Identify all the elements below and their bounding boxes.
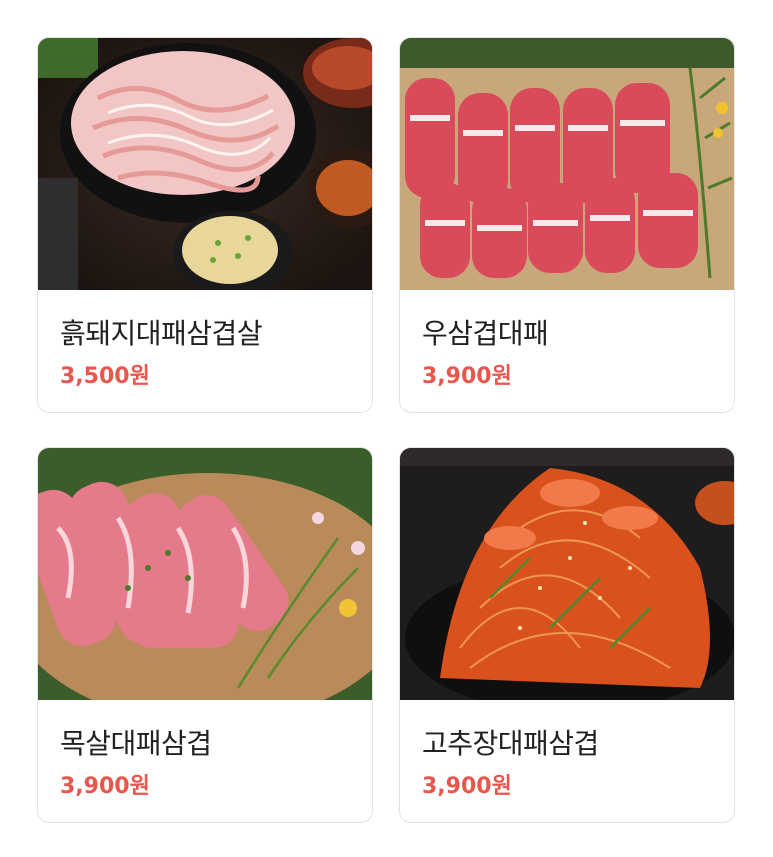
menu-item-price: 3,900원 <box>422 774 512 799</box>
pork-neck-rolls-image <box>38 448 372 700</box>
menu-card[interactable]: 고추장대패삼겹 3,900원 <box>399 447 735 823</box>
menu-item-price: 3,500원 <box>60 364 150 389</box>
pork-belly-platter-image <box>38 38 372 290</box>
menu-card[interactable]: 목살대패삼겹 3,900원 <box>37 447 373 823</box>
menu-card[interactable]: 우삼겹대패 3,900원 <box>399 37 735 413</box>
menu-card[interactable]: 흙돼지대패삼겹살 3,500원 <box>37 37 373 413</box>
menu-item-price: 3,900원 <box>422 364 512 389</box>
menu-grid: 흙돼지대패삼겹살 3,500원 우삼겹대패 3,900원 목살대패삼겹 3,90… <box>0 0 773 857</box>
beef-brisket-rolls-image <box>400 38 734 290</box>
menu-item-price: 3,900원 <box>60 774 150 799</box>
menu-item-name: 고추장대패삼겹 <box>422 727 599 760</box>
menu-item-name: 흙돼지대패삼겹살 <box>60 317 263 350</box>
spicy-pork-noodles-image <box>400 448 734 700</box>
menu-item-name: 우삼겹대패 <box>422 317 549 350</box>
menu-item-name: 목살대패삼겹 <box>60 727 212 760</box>
